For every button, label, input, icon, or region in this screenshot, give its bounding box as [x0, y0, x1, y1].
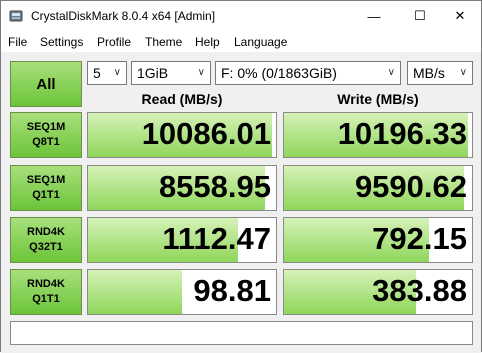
chevron-down-icon: ∨ — [197, 67, 205, 78]
test-label-line1: SEQ1M — [26, 121, 66, 133]
write-result-cell: 792.15 — [283, 217, 473, 263]
read-column-header: Read (MB/s) — [141, 91, 223, 107]
menu-help[interactable]: Help — [195, 35, 220, 49]
read-result-bar — [88, 270, 182, 314]
run-all-button[interactable]: All — [10, 61, 82, 107]
test-label-line1: SEQ1M — [26, 174, 66, 186]
read-result-value: 8558.95 — [158, 169, 271, 204]
test-button-rnd4k-q1t1[interactable]: RND4K Q1T1 — [10, 269, 82, 315]
write-result-value: 792.15 — [372, 221, 467, 256]
close-icon: ✕ — [454, 8, 466, 23]
write-column-header: Write (MB/s) — [337, 91, 419, 107]
read-result-cell: 8558.95 — [87, 165, 277, 211]
test-label-line2: Q1T1 — [32, 293, 60, 305]
window-title: CrystalDiskMark 8.0.4 x64 [Admin] — [31, 9, 216, 23]
chevron-down-icon: ∨ — [113, 67, 121, 78]
drive-value: F: 0% (0/1863GiB) — [221, 65, 337, 81]
test-label-line2: Q1T1 — [32, 189, 60, 201]
menu-bar: File Settings Profile Theme Help Languag… — [1, 31, 481, 52]
read-result-value: 1112.47 — [162, 221, 271, 256]
test-count-value: 5 — [93, 65, 101, 81]
test-count-select[interactable]: 5 ∨ — [87, 61, 127, 85]
read-result-value: 98.81 — [193, 273, 271, 308]
write-result-cell: 10196.33 — [283, 112, 473, 158]
title-bar[interactable]: CrystalDiskMark 8.0.4 x64 [Admin] — ☐ ✕ — [1, 1, 481, 31]
test-label-line2: Q8T1 — [32, 136, 60, 148]
menu-file[interactable]: File — [8, 35, 27, 49]
menu-theme[interactable]: Theme — [145, 35, 182, 49]
drive-select[interactable]: F: 0% (0/1863GiB) ∨ — [215, 61, 401, 85]
minimize-icon: — — [367, 8, 381, 24]
test-button-seq1m-q1t1[interactable]: SEQ1M Q1T1 — [10, 165, 82, 211]
unit-select[interactable]: MB/s ∨ — [407, 61, 473, 85]
menu-settings[interactable]: Settings — [40, 35, 83, 49]
read-result-cell: 98.81 — [87, 269, 277, 315]
read-result-value: 10086.01 — [141, 116, 271, 151]
unit-value: MB/s — [413, 65, 445, 81]
write-result-value: 383.88 — [372, 273, 467, 308]
chevron-down-icon: ∨ — [387, 67, 395, 78]
test-label-line1: RND4K — [27, 226, 65, 238]
comment-field[interactable] — [10, 321, 473, 345]
menu-profile[interactable]: Profile — [97, 35, 131, 49]
test-label-line2: Q32T1 — [29, 241, 63, 253]
chevron-down-icon: ∨ — [459, 67, 467, 78]
crystaldiskmark-app-icon — [9, 10, 23, 22]
close-button[interactable]: ✕ — [437, 1, 482, 31]
test-size-value: 1GiB — [137, 65, 169, 81]
write-result-value: 9590.62 — [354, 169, 467, 204]
test-label-line1: RND4K — [27, 278, 65, 290]
write-result-value: 10196.33 — [337, 116, 467, 151]
write-result-cell: 383.88 — [283, 269, 473, 315]
minimize-button[interactable]: — — [351, 1, 397, 31]
maximize-icon: ☐ — [414, 8, 426, 23]
test-button-rnd4k-q32t1[interactable]: RND4K Q32T1 — [10, 217, 82, 263]
read-result-cell: 10086.01 — [87, 112, 277, 158]
read-result-cell: 1112.47 — [87, 217, 277, 263]
test-size-select[interactable]: 1GiB ∨ — [131, 61, 211, 85]
write-result-cell: 9590.62 — [283, 165, 473, 211]
menu-language[interactable]: Language — [234, 35, 287, 49]
app-window: CrystalDiskMark 8.0.4 x64 [Admin] — ☐ ✕ … — [0, 0, 482, 353]
test-button-seq1m-q8t1[interactable]: SEQ1M Q8T1 — [10, 112, 82, 158]
